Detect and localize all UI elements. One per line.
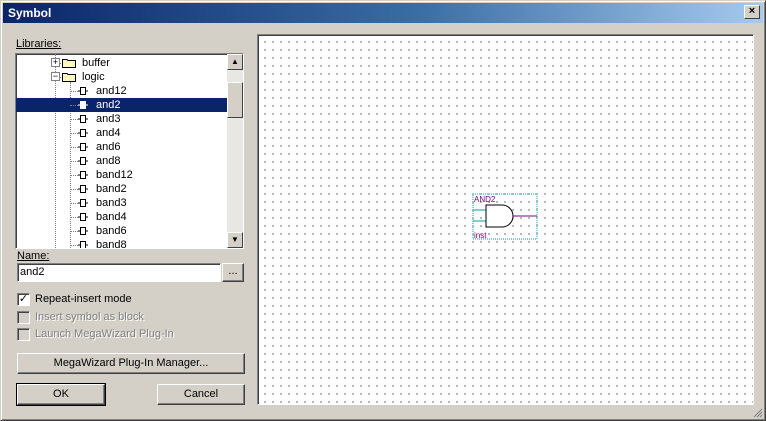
tree-item-logic[interactable]: − logic xyxy=(16,70,227,84)
tree-line xyxy=(70,217,78,218)
symbol-dialog: Symbol × Libraries: + buffer − logic and12 an… xyxy=(0,0,766,421)
libraries-label: Libraries: xyxy=(16,38,61,50)
libraries-label-text: Libraries: xyxy=(16,38,62,50)
tree-item-label: band12 xyxy=(96,169,133,181)
tree-item-label: and3 xyxy=(96,113,121,125)
megawizard-button[interactable]: MegaWizard Plug-In Manager... xyxy=(17,353,245,374)
name-label: Name: xyxy=(17,250,49,262)
tree-line xyxy=(70,133,78,134)
symbol-icon xyxy=(78,199,88,207)
symbol-icon xyxy=(78,171,88,179)
repeat-insert-checkbox[interactable]: ✓ xyxy=(17,293,30,306)
tree-item-and3[interactable]: and3 xyxy=(16,112,227,126)
tree-line xyxy=(70,231,78,232)
tree-item-label: band6 xyxy=(96,225,127,237)
symbol-icon xyxy=(78,227,88,235)
tree-item-band12[interactable]: band12 xyxy=(16,168,227,182)
library-tree[interactable]: + buffer − logic and12 and2 and3 and4 and6 and8 ba… xyxy=(15,53,244,249)
tree-item-label: and2 xyxy=(94,98,123,112)
name-label-text: Name: xyxy=(17,250,50,262)
launch-wizard-label: Launch MegaWizard Plug-In xyxy=(35,328,174,340)
tree-item-label: and12 xyxy=(96,85,127,97)
scroll-up-icon[interactable]: ▲ xyxy=(227,54,243,70)
folder-icon xyxy=(62,59,76,68)
tree-item-band4[interactable]: band4 xyxy=(16,210,227,224)
browse-button[interactable]: ... xyxy=(222,263,244,282)
symbol-icon xyxy=(78,185,88,193)
tree-line xyxy=(70,189,78,190)
tree-line xyxy=(70,203,78,204)
ok-button[interactable]: OK xyxy=(16,383,106,406)
tree-item-band3[interactable]: band3 xyxy=(16,196,227,210)
tree-line xyxy=(70,175,78,176)
resize-grip-icon[interactable] xyxy=(751,406,763,418)
symbol-icon xyxy=(78,213,88,221)
symbol-icon xyxy=(78,157,88,165)
scroll-down-icon[interactable]: ▼ xyxy=(227,232,243,248)
tree-line xyxy=(70,105,78,106)
symbol-preview[interactable]: AND2 inst xyxy=(257,34,754,405)
launch-wizard-checkbox[interactable] xyxy=(17,328,30,341)
symbol-icon xyxy=(78,129,88,137)
tree-item-label: and4 xyxy=(96,127,121,139)
tree-line xyxy=(70,91,78,92)
title-bar[interactable]: Symbol × xyxy=(3,3,763,23)
tree-item-band8[interactable]: band8 xyxy=(16,238,227,248)
tree-scrollbar[interactable]: ▲ ▼ xyxy=(227,54,243,248)
and2-symbol: AND2 inst xyxy=(472,193,538,240)
library-tree-content: + buffer − logic and12 and2 and3 and4 and6 and8 ba… xyxy=(16,54,227,248)
tree-item-label: and6 xyxy=(96,141,121,153)
tree-line xyxy=(70,161,78,162)
tree-line xyxy=(70,147,78,148)
symbol-icon xyxy=(78,115,88,123)
symbol-name-text: AND2 xyxy=(474,195,496,204)
tree-item-label: band3 xyxy=(96,197,127,209)
name-input[interactable]: and2 xyxy=(17,263,221,282)
tree-item-label: band4 xyxy=(96,211,127,223)
tree-item-label: band8 xyxy=(96,239,127,248)
tree-item-and12[interactable]: and12 xyxy=(16,84,227,98)
folder-open-icon xyxy=(62,73,76,82)
collapse-icon[interactable]: − xyxy=(51,72,60,81)
instance-name-text: inst xyxy=(474,231,487,240)
tree-line xyxy=(70,119,78,120)
scroll-thumb[interactable] xyxy=(227,82,243,118)
window-title: Symbol xyxy=(8,6,52,20)
tree-line xyxy=(70,245,78,246)
symbol-icon xyxy=(78,143,88,151)
insert-block-label: Insert symbol as block xyxy=(35,311,144,323)
expand-icon[interactable]: + xyxy=(51,58,60,67)
tree-item-and6[interactable]: and6 xyxy=(16,140,227,154)
tree-item-label: and8 xyxy=(96,155,121,167)
symbol-icon xyxy=(78,241,88,248)
tree-item-label: buffer xyxy=(82,57,110,69)
tree-item-and4[interactable]: and4 xyxy=(16,126,227,140)
tree-item-buffer[interactable]: + buffer xyxy=(16,56,227,70)
repeat-insert-label: Repeat-insert mode xyxy=(35,293,132,305)
close-icon[interactable]: × xyxy=(744,5,760,19)
tree-item-and8[interactable]: and8 xyxy=(16,154,227,168)
check-icon: ✓ xyxy=(18,293,29,305)
tree-item-band2[interactable]: band2 xyxy=(16,182,227,196)
tree-item-band6[interactable]: band6 xyxy=(16,224,227,238)
tree-item-label: logic xyxy=(82,71,105,83)
insert-block-checkbox[interactable] xyxy=(17,311,30,324)
symbol-icon xyxy=(78,87,88,95)
tree-item-label: band2 xyxy=(96,183,127,195)
symbol-icon xyxy=(78,101,88,109)
and-gate-icon xyxy=(485,204,514,228)
tree-item-and2[interactable]: and2 xyxy=(16,98,227,112)
cancel-button[interactable]: Cancel xyxy=(157,384,245,405)
